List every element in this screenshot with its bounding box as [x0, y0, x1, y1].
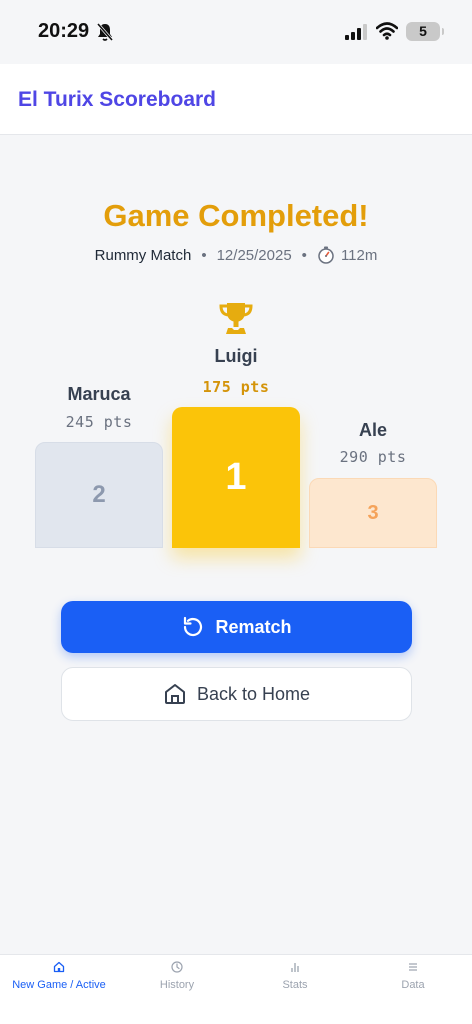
- bell-off-icon: [96, 23, 114, 41]
- home-icon: [164, 684, 185, 704]
- meta-separator: •: [301, 246, 307, 264]
- bottom-nav: New Game / Active History Stats Data: [0, 954, 472, 1024]
- podium-first-place: 1: [172, 407, 300, 548]
- nav-item-stats[interactable]: Stats: [236, 955, 354, 1024]
- app-title: El Turix Scoreboard: [18, 88, 216, 111]
- meta-separator: •: [201, 246, 207, 264]
- stopwatch-icon: [318, 246, 334, 264]
- app-header: El Turix Scoreboard: [0, 64, 472, 135]
- winner-name: Luigi: [214, 346, 258, 366]
- podium-rank-3: 3: [367, 501, 379, 524]
- winner-points: 175 pts: [202, 378, 270, 396]
- rematch-button[interactable]: Rematch: [61, 601, 412, 653]
- nav-label-new-game: New Game / Active: [12, 979, 106, 991]
- podium-rank-2: 2: [92, 481, 106, 508]
- rotate-ccw-icon: [184, 616, 203, 637]
- wifi-icon: [376, 22, 398, 40]
- podium-rank-1: 1: [225, 456, 247, 498]
- nav-label-stats: Stats: [282, 979, 308, 991]
- nav-label-history: History: [159, 979, 195, 991]
- game-completed-heading: Game Completed!: [103, 198, 369, 233]
- game-type: Rummy Match: [94, 246, 192, 264]
- menu-icon: [409, 963, 417, 971]
- second-place-points: 245 pts: [65, 413, 133, 431]
- clock-icon: [171, 961, 183, 973]
- battery-indicator: 5: [406, 22, 444, 41]
- third-place-name: Ale: [358, 420, 387, 440]
- cellular-signal-icon: [345, 24, 367, 40]
- nav-item-data[interactable]: Data: [354, 955, 472, 1024]
- rematch-label: Rematch: [215, 616, 292, 637]
- back-to-home-label: Back to Home: [196, 683, 311, 704]
- game-meta: Rummy Match • 12/25/2025 • 112m: [0, 246, 472, 264]
- podium-second-place: 2: [35, 442, 163, 548]
- nav-item-new-game[interactable]: New Game / Active: [0, 955, 118, 1024]
- back-to-home-button[interactable]: Back to Home: [61, 667, 412, 721]
- game-date: 12/25/2025: [216, 246, 292, 264]
- status-bar: 20:29 5: [0, 0, 472, 64]
- bar-chart-icon: [291, 963, 299, 972]
- home-icon: [53, 961, 65, 973]
- game-duration: 112m: [340, 246, 378, 264]
- third-place-points: 290 pts: [339, 448, 407, 466]
- second-place-name: Maruca: [67, 384, 131, 404]
- podium-third-place: 3: [309, 478, 437, 548]
- nav-label-data: Data: [401, 979, 425, 991]
- trophy-icon: [219, 303, 253, 334]
- nav-item-history[interactable]: History: [118, 955, 236, 1024]
- status-time: 20:29: [38, 20, 90, 42]
